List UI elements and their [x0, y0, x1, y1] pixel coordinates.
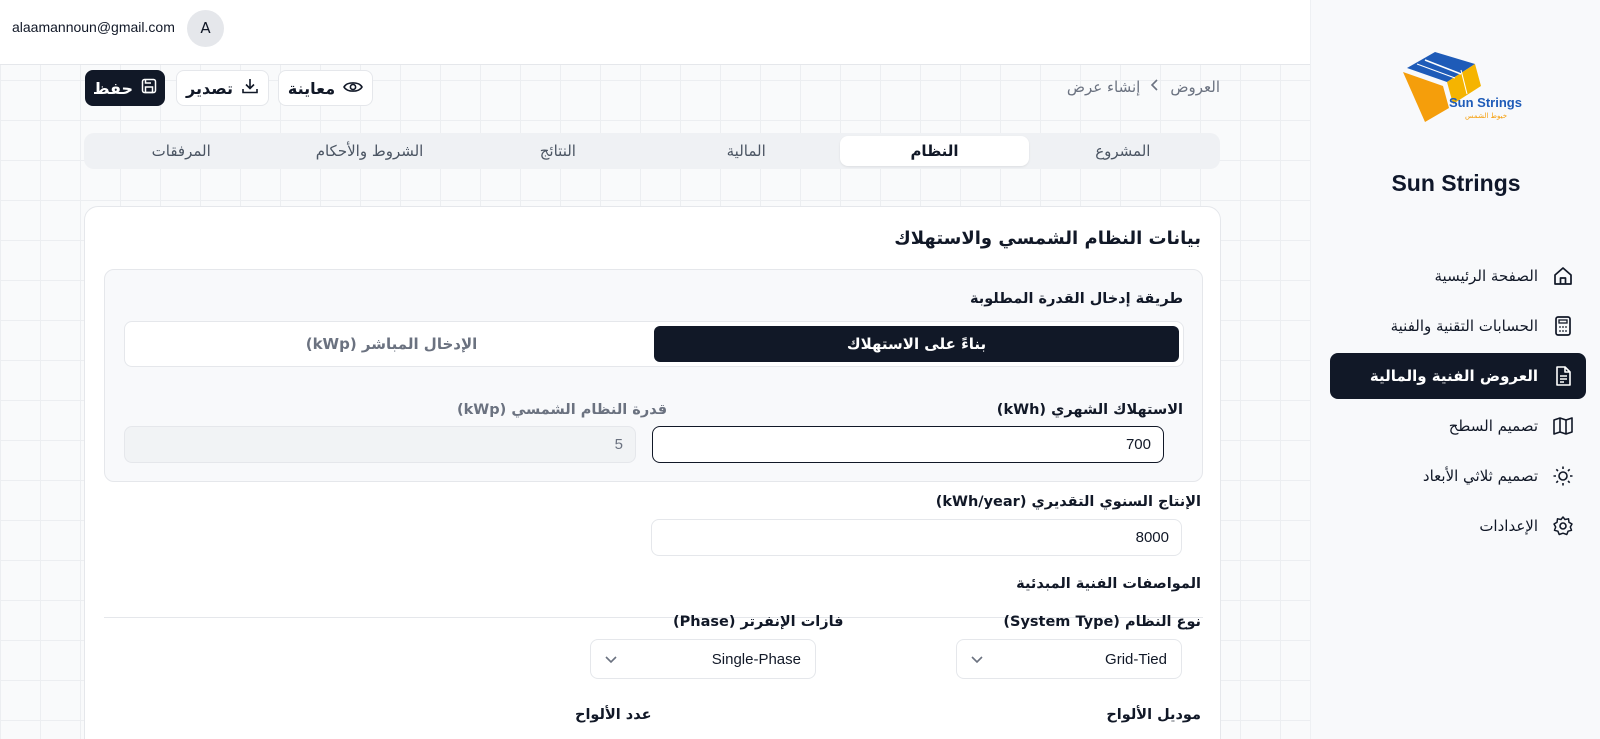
system-type-label: نوع النظام (System Type): [1003, 614, 1201, 630]
system-card: بيانات النظام الشمسي والاستهلاك طريقة إد…: [84, 206, 1221, 739]
tab-finance[interactable]: المالية: [652, 136, 840, 166]
breadcrumb-parent[interactable]: العروض: [1170, 78, 1220, 96]
sun-icon: [1552, 465, 1574, 487]
tab-system[interactable]: النظام: [840, 136, 1029, 166]
sidebar-item-settings[interactable]: الإعدادات: [1330, 503, 1586, 549]
preview-label: معاينة: [287, 78, 336, 98]
sidebar-item-roof-design[interactable]: تصميم السطح: [1330, 403, 1586, 449]
capacity-panel: طريقة إدخال القدرة المطلوبة بناءً على ال…: [104, 269, 1203, 482]
tab-terms[interactable]: الشروط والأحكام: [275, 136, 463, 166]
download-icon: [241, 77, 259, 99]
method-direct-option[interactable]: الإدخال المباشر (kWp): [129, 326, 654, 362]
avatar[interactable]: A: [187, 10, 224, 47]
specs-title: المواصفات الفنية المبدئية: [1016, 576, 1201, 592]
user-email: alaamannoun@gmail.com: [12, 19, 175, 35]
sidebar-item-label: تصميم ثلاثي الأبعاد: [1422, 467, 1538, 485]
save-label: حفظ: [92, 78, 134, 98]
export-label: تصدير: [186, 78, 233, 98]
save-button[interactable]: حفظ: [85, 70, 165, 106]
sidebar-item-label: العروض الفنية والمالية: [1369, 367, 1538, 385]
sidebar-item-label: الصفحة الرئيسية: [1434, 267, 1539, 285]
export-button[interactable]: تصدير: [176, 70, 269, 106]
system-type-value: Grid-Tied: [1105, 650, 1167, 668]
sidebar-item-home[interactable]: الصفحة الرئيسية: [1330, 253, 1586, 299]
inverter-phase-select[interactable]: Single-Phase: [590, 639, 816, 679]
logo-arabic-text: خيوط الشمس: [1465, 112, 1507, 120]
sidebar-item-offers[interactable]: العروض الفنية والمالية: [1330, 353, 1586, 399]
method-consumption-option[interactable]: بناءً على الاستهلاك: [654, 326, 1179, 362]
inverter-phase-label: فازات الإنفرتر (Phase): [673, 614, 844, 630]
sidebar-item-calculations[interactable]: الحسابات التقنية والفنية: [1330, 303, 1586, 349]
system-capacity-label: قدرة النظام الشمسي (kWp): [457, 402, 668, 418]
document-icon: [1552, 365, 1574, 387]
chevron-left-icon: [1150, 79, 1160, 95]
monthly-consumption-input[interactable]: 700: [652, 426, 1164, 463]
inverter-phase-value: Single-Phase: [711, 650, 801, 668]
gear-icon: [1552, 515, 1574, 537]
system-capacity-input: 5: [124, 426, 636, 463]
panel-model-label: موديل الألواح: [1106, 707, 1201, 723]
logo-text: Sun Strings: [1449, 95, 1522, 110]
sidebar-item-label: الحسابات التقنية والفنية: [1390, 317, 1538, 335]
top-bar: alaamannoun@gmail.com A: [0, 0, 1310, 65]
chevron-down-icon: [971, 651, 983, 668]
tab-attachments[interactable]: المرفقات: [87, 136, 275, 166]
annual-production-input[interactable]: 8000: [651, 519, 1182, 556]
sidebar-nav: الصفحة الرئيسية الحسابات التقنية والفنية…: [1330, 253, 1586, 553]
map-icon: [1552, 415, 1574, 437]
system-type-select[interactable]: Grid-Tied: [956, 639, 1182, 679]
sidebar-item-label: تصميم السطح: [1448, 417, 1538, 435]
brand-name: Sun Strings: [1391, 170, 1521, 196]
breadcrumb-current: إنشاء عرض: [1066, 78, 1141, 96]
chevron-down-icon: [605, 651, 617, 668]
home-icon: [1552, 265, 1574, 287]
panel-count-label: عدد الألواح: [575, 707, 652, 723]
tab-bar: المشروع النظام المالية النتائج الشروط وا…: [84, 133, 1220, 169]
breadcrumb: العروض إنشاء عرض: [1050, 78, 1220, 96]
tab-results[interactable]: النتائج: [464, 136, 652, 166]
input-method-label: طريقة إدخال القدرة المطلوبة: [969, 291, 1183, 307]
brand-logo: Sun Strings خيوط الشمس: [1395, 50, 1527, 126]
save-icon: [141, 78, 157, 98]
sidebar: Sun Strings خيوط الشمس Sun Strings الصفح…: [1310, 0, 1600, 739]
eye-icon: [343, 79, 364, 98]
tab-project[interactable]: المشروع: [1029, 136, 1217, 166]
calculator-icon: [1552, 315, 1574, 337]
sidebar-item-label: الإعدادات: [1479, 517, 1538, 535]
sidebar-item-3d-design[interactable]: تصميم ثلاثي الأبعاد: [1330, 453, 1586, 499]
monthly-consumption-label: الاستهلاك الشهري (kWh): [996, 402, 1183, 418]
annual-production-label: الإنتاج السنوي التقديري (kWh/year): [935, 494, 1201, 510]
card-title: بيانات النظام الشمسي والاستهلاك: [894, 228, 1201, 249]
input-method-toggle: بناءً على الاستهلاك الإدخال المباشر (kWp…: [124, 321, 1184, 367]
main-area: alaamannoun@gmail.com A العروض إنشاء عرض…: [0, 0, 1310, 739]
preview-button[interactable]: معاينة: [278, 70, 373, 106]
